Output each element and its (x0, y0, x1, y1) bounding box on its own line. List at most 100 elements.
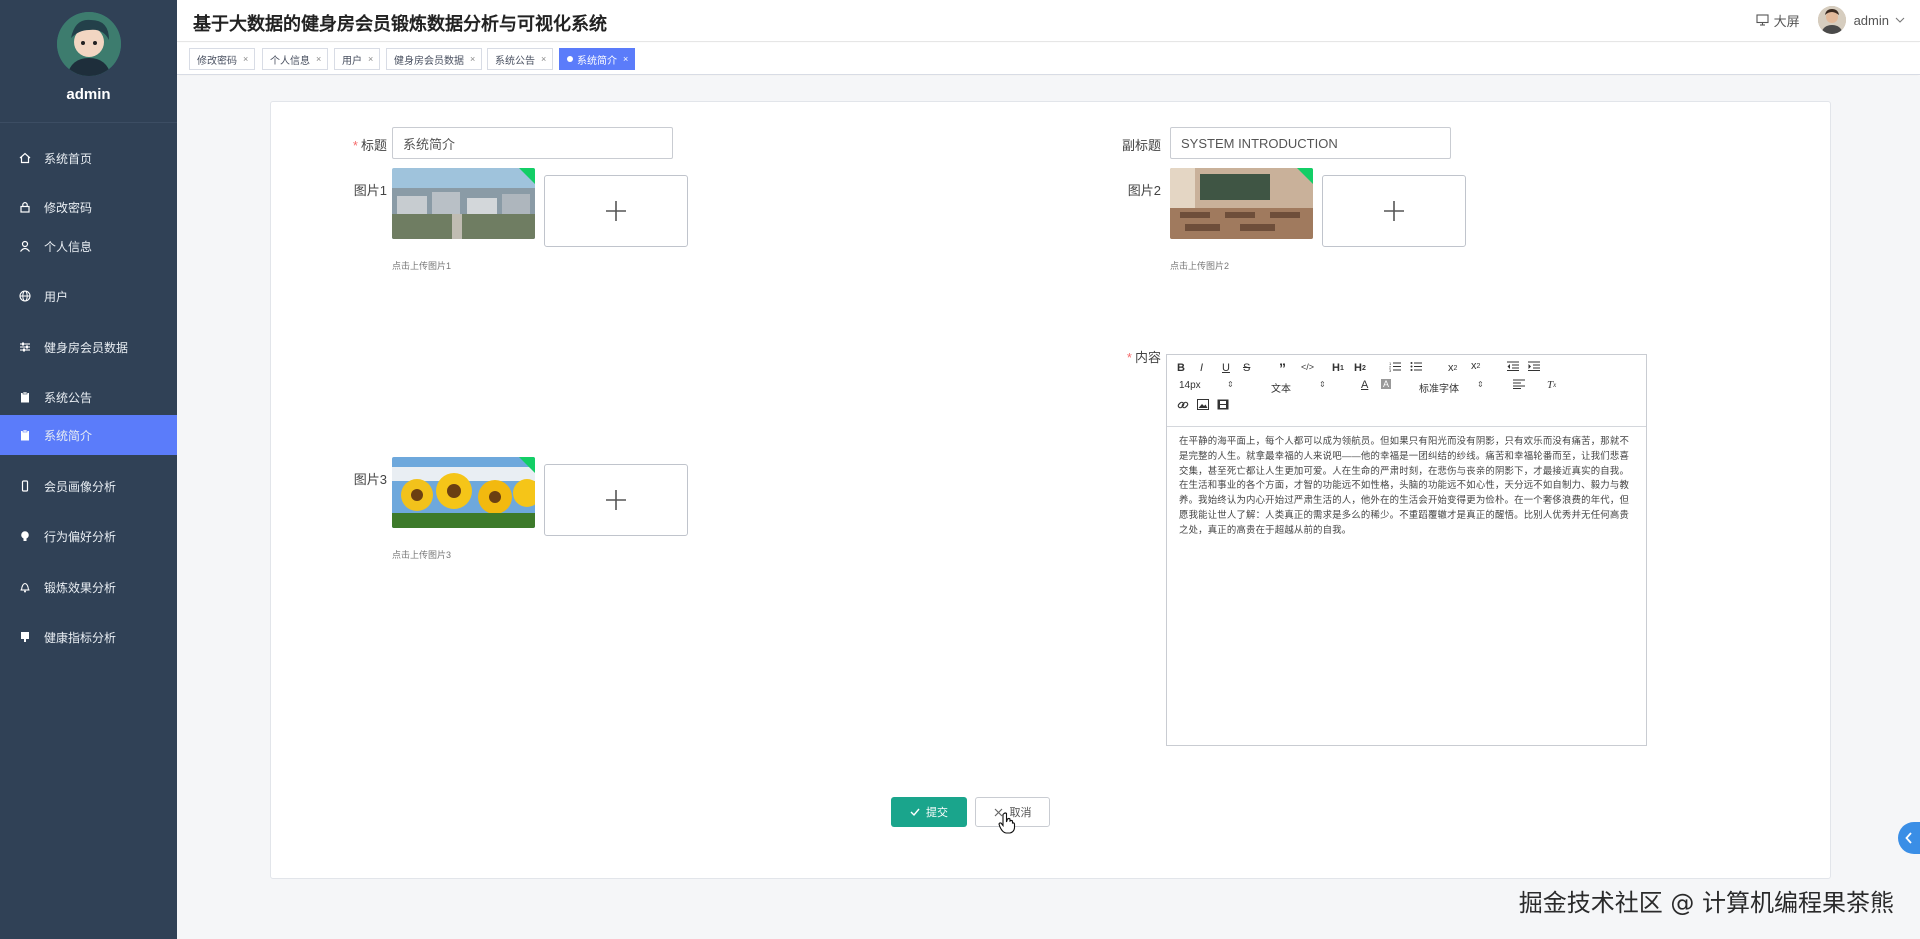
submit-button[interactable]: 提交 (891, 797, 967, 827)
bullet-list-icon[interactable] (1410, 361, 1422, 372)
h2-button[interactable]: H2 (1354, 362, 1366, 374)
lock-icon (18, 200, 32, 214)
subscript-button[interactable]: x2 (1448, 362, 1457, 374)
tag-profile[interactable]: 个人信息 × (262, 48, 329, 70)
bulb-icon (18, 529, 32, 543)
tag-member-data[interactable]: 健身房会员数据 × (386, 48, 483, 70)
chart-icon (18, 630, 32, 644)
sidebar-item-profile[interactable]: 个人信息 (0, 226, 177, 266)
pic1-thumbnail[interactable] (392, 168, 535, 239)
uploaded-check-icon (1297, 168, 1313, 184)
tag-announcement[interactable]: 系统公告 × (487, 48, 554, 70)
h1-button[interactable]: H1 (1332, 362, 1344, 374)
side-panel-toggle[interactable] (1898, 822, 1920, 854)
indent-icon[interactable] (1528, 361, 1540, 371)
superscript-button[interactable]: x2 (1471, 360, 1480, 372)
monitor-icon (1756, 14, 1769, 26)
sidebar-item-system-intro[interactable]: 系统简介 (0, 415, 177, 455)
sliders-icon (18, 340, 32, 354)
tag-label: 系统简介 (577, 55, 617, 67)
code-block-button[interactable]: </> (1301, 362, 1314, 372)
font-size-value: 14px (1179, 380, 1201, 391)
updown-icon: ⇕ (1477, 380, 1484, 389)
user-avatar[interactable] (1817, 6, 1846, 34)
clear-format-button[interactable]: Tx (1547, 379, 1556, 391)
tag-label: 系统公告 (495, 55, 535, 67)
header-right: 大屏 admin (1756, 6, 1906, 34)
sidebar-item-change-password[interactable]: 修改密码 (0, 187, 177, 227)
title-label: * 标题 (331, 135, 387, 154)
editor-content[interactable]: 在平静的海平面上，每个人都可以成为领航员。但如果只有阳光而没有阴影，只有欢乐而没… (1167, 427, 1646, 538)
uploaded-check-icon (519, 168, 535, 184)
sidebar-item-label: 锻炼效果分析 (44, 580, 117, 595)
close-icon[interactable]: × (368, 54, 373, 64)
close-icon[interactable]: × (470, 54, 475, 64)
blockquote-button[interactable]: ” (1279, 360, 1286, 376)
pic2-thumbnail[interactable] (1170, 168, 1313, 239)
image-icon[interactable] (1197, 399, 1209, 410)
outdent-icon[interactable] (1507, 361, 1519, 371)
sidebar: admin 系统首页 修改密码 个人信息 用户 健身房会员数据 系统公告 系统简… (0, 0, 177, 939)
sidebar-item-label: 会员画像分析 (44, 479, 117, 494)
home-icon (18, 151, 32, 165)
header-select-value: 文本 (1271, 384, 1291, 395)
close-icon[interactable]: × (623, 54, 628, 64)
plus-icon (606, 490, 626, 510)
font-color-button[interactable]: A (1361, 379, 1368, 391)
underline-button[interactable]: U (1222, 362, 1230, 374)
header-select[interactable]: 文本 ⇕ (1271, 380, 1326, 395)
user-menu[interactable]: admin (1854, 13, 1906, 28)
video-icon[interactable] (1217, 399, 1229, 410)
strike-button[interactable]: S (1243, 362, 1250, 374)
sidebar-item-home[interactable]: 系统首页 (0, 138, 177, 178)
align-icon[interactable] (1513, 379, 1525, 389)
tag-label: 用户 (342, 55, 362, 67)
pic1-label: 图片1 (353, 183, 387, 198)
user-name-label: admin (1853, 12, 1889, 28)
ordered-list-icon[interactable]: 123 (1389, 361, 1401, 372)
sidebar-item-behavior-analysis[interactable]: 行为偏好分析 (0, 516, 177, 556)
font-family-select[interactable]: 标准字体 ⇕ (1419, 380, 1484, 395)
pic3-upload-button[interactable] (544, 464, 688, 536)
sidebar-item-label: 用户 (44, 289, 69, 304)
tag-users[interactable]: 用户 × (334, 48, 381, 70)
sidebar-item-exercise-analysis[interactable]: 锻炼效果分析 (0, 567, 177, 607)
subtitle-input[interactable]: SYSTEM INTRODUCTION (1170, 127, 1451, 159)
sidebar-item-health-analysis[interactable]: 健康指标分析 (0, 617, 177, 657)
font-size-select[interactable]: 14px ⇕ (1179, 380, 1234, 391)
background-color-button[interactable]: A (1381, 379, 1392, 389)
close-icon[interactable]: × (243, 54, 248, 64)
tag-change-password[interactable]: 修改密码 × (189, 48, 256, 70)
tag-label: 个人信息 (270, 55, 310, 67)
top-header: 基于大数据的健身房会员锻炼数据分析与可视化系统 大屏 admin (177, 0, 1920, 42)
bold-button[interactable]: B (1177, 362, 1185, 374)
pic2-hint: 点击上传图片2 (1170, 261, 1230, 271)
content-label: * 内容 (1101, 347, 1161, 366)
close-icon[interactable]: × (541, 54, 546, 64)
link-icon[interactable] (1177, 399, 1189, 411)
updown-icon: ⇕ (1227, 380, 1234, 389)
pic2-upload-button[interactable] (1322, 175, 1466, 247)
tag-label: 修改密码 (197, 55, 237, 67)
required-mark: * (352, 138, 358, 153)
sidebar-item-label: 系统首页 (44, 151, 93, 166)
sidebar-item-label: 修改密码 (44, 200, 93, 215)
sidebar-item-announcement[interactable]: 系统公告 (0, 377, 177, 417)
italic-button[interactable]: I (1200, 362, 1203, 374)
pic3-thumbnail[interactable] (392, 457, 535, 528)
check-icon (910, 808, 920, 817)
active-dot-icon (567, 56, 573, 62)
close-icon[interactable]: × (316, 54, 321, 64)
sidebar-item-member-data[interactable]: 健身房会员数据 (0, 327, 177, 367)
pic3-hint: 点击上传图片3 (392, 550, 452, 560)
phone-icon (18, 479, 32, 493)
tag-system-intro[interactable]: 系统简介 × (559, 48, 636, 70)
title-input[interactable]: 系统简介 (392, 127, 673, 159)
clipboard-icon (18, 390, 32, 404)
big-screen-button[interactable]: 大屏 (1756, 11, 1800, 30)
avatar[interactable] (56, 12, 121, 76)
sidebar-item-users[interactable]: 用户 (0, 276, 177, 316)
pic1-upload-button[interactable] (544, 175, 688, 247)
clipboard-icon (18, 428, 32, 442)
sidebar-item-member-profile-analysis[interactable]: 会员画像分析 (0, 466, 177, 506)
